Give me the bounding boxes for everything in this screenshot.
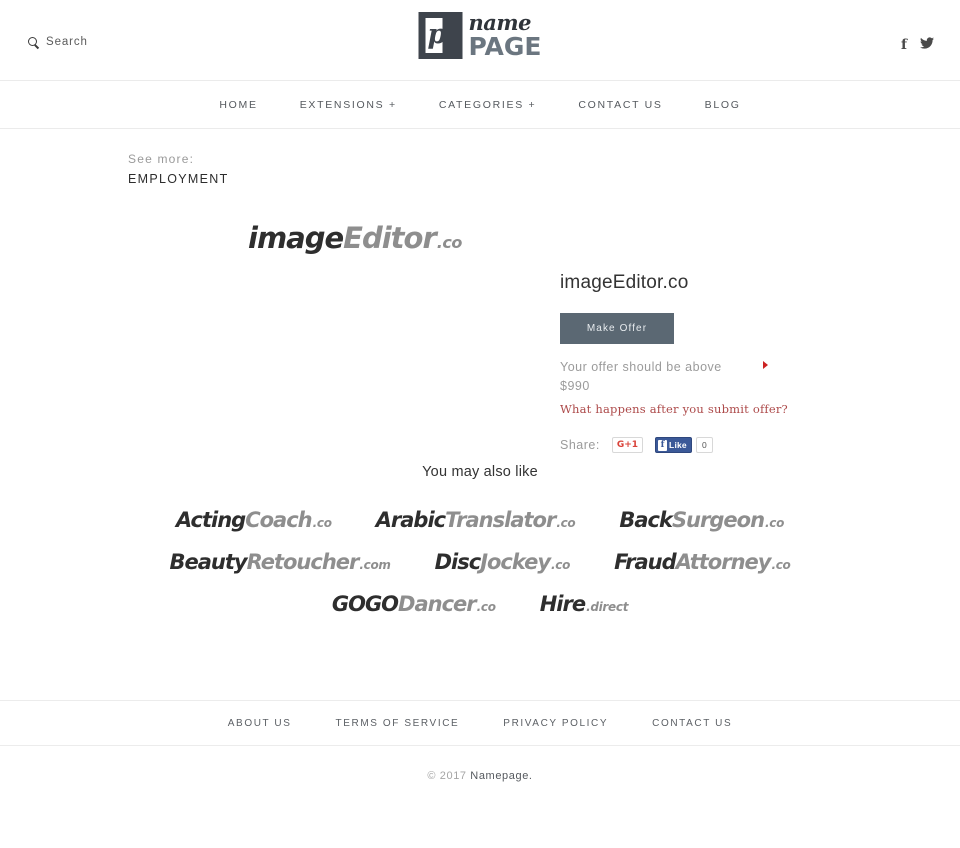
facebook-like-widget[interactable]: f Like 0 (655, 437, 713, 453)
also-item-word1: Arabic (375, 508, 446, 532)
domain-name-title: imageEditor.co (560, 272, 689, 293)
also-item-word1: Disc (434, 550, 482, 574)
also-item-word2: Coach (245, 508, 312, 532)
you-may-also-like-section: You may also like Acting Coach .co Arabic T… (0, 464, 960, 634)
also-item-tld: .co (312, 516, 332, 530)
also-item-tld: .co (476, 600, 496, 614)
domain-logo-word1: image (248, 221, 344, 255)
also-item-tld: .co (765, 516, 785, 530)
copyright-prefix: © 2017 (427, 770, 471, 782)
google-plus-one-button[interactable]: G+1 (611, 437, 644, 453)
red-triangle-right-icon[interactable] (763, 361, 768, 369)
also-item-tld: .com (359, 558, 391, 572)
footer-link-terms-of-service[interactable]: TERMS OF SERVICE (314, 718, 482, 729)
also-like-item[interactable]: Disc Jockey .co (434, 550, 571, 574)
copyright-brand: Namepage. (470, 770, 533, 782)
offer-panel: imageEditor.co Make Offer Your offer sho… (560, 272, 880, 453)
also-like-row: Beauty Retoucher .com Disc Jockey .co Fraud A… (0, 550, 960, 574)
copyright-text: © 2017 Namepage. (0, 770, 960, 782)
share-row: Share: G+1 f Like 0 (560, 437, 880, 453)
also-like-title: You may also like (422, 464, 538, 480)
also-item-tld: .direct (586, 600, 629, 614)
facebook-icon[interactable]: f (901, 38, 907, 52)
logo-mark-icon: p (418, 12, 463, 59)
facebook-like-button[interactable]: f Like (655, 437, 692, 453)
also-item-word1: Fraud (614, 550, 677, 574)
search-button[interactable]: Search (28, 36, 88, 48)
logo-name-text: name (468, 10, 532, 35)
header-social-links: f (901, 36, 934, 54)
search-icon (28, 36, 39, 48)
also-item-word1: Hire (539, 592, 586, 616)
nav-item-extensions[interactable]: EXTENSIONS + (279, 99, 418, 111)
search-label: Search (46, 36, 88, 48)
also-item-word2: Retoucher (246, 550, 360, 574)
see-more-category-link[interactable]: EMPLOYMENT (128, 172, 229, 186)
site-logo[interactable]: p name PAGE (418, 12, 542, 59)
facebook-icon: f (658, 439, 668, 451)
nav-item-categories[interactable]: CATEGORIES + (418, 99, 558, 111)
also-like-item[interactable]: Back Surgeon .co (619, 508, 784, 532)
also-item-word1: Acting (175, 508, 246, 532)
offer-minimum-price: $990 (560, 379, 590, 393)
offer-minimum-note: Your offer should be above $990 (560, 358, 775, 396)
site-header: Search p name PAGE f (0, 0, 960, 81)
nav-item-home[interactable]: HOME (198, 99, 278, 111)
footer-link-privacy-policy[interactable]: PRIVACY POLICY (481, 718, 630, 729)
twitter-icon[interactable] (920, 36, 934, 54)
domain-logo-word2: Editor (343, 221, 437, 255)
also-item-tld: .co (771, 558, 791, 572)
main-navigation: HOME EXTENSIONS + CATEGORIES + CONTACT U… (0, 81, 960, 129)
also-item-word1: Beauty (169, 550, 247, 574)
also-like-item[interactable]: Arabic Translator .co (376, 508, 576, 532)
logo-page-text: PAGE (468, 32, 542, 61)
also-item-word2: Translator (445, 508, 556, 532)
also-like-item[interactable]: GOGO Dancer .co (332, 592, 496, 616)
also-item-tld: .co (556, 516, 576, 530)
nav-item-blog[interactable]: BLOG (684, 99, 762, 111)
see-more-block: See more: EMPLOYMENT (128, 152, 229, 186)
domain-logo-art: image Editor .co (248, 221, 462, 255)
also-item-word2: Jockey (480, 550, 551, 574)
also-item-word2: Attorney (675, 550, 772, 574)
facebook-like-count: 0 (695, 437, 713, 453)
nav-item-contact-us[interactable]: CONTACT US (557, 99, 683, 111)
logo-mark-letter: p (427, 19, 447, 50)
also-like-row: GOGO Dancer .co Hire .direct (0, 592, 960, 616)
footer-navigation: ABOUT US TERMS OF SERVICE PRIVACY POLICY… (0, 700, 960, 746)
offer-note-line1: Your offer should be above (560, 360, 722, 374)
also-item-word2: Dancer (398, 592, 477, 616)
also-like-item[interactable]: Hire .direct (539, 592, 629, 616)
what-happens-link[interactable]: What happens after you submit offer? (560, 402, 880, 416)
footer-link-contact-us[interactable]: CONTACT US (630, 718, 754, 729)
also-like-item[interactable]: Beauty Retoucher .com (169, 550, 390, 574)
also-like-item[interactable]: Acting Coach .co (176, 508, 332, 532)
see-more-label: See more: (128, 152, 195, 166)
logo-wordmark: name PAGE (469, 12, 542, 59)
also-item-word2: Surgeon (671, 508, 765, 532)
make-offer-button[interactable]: Make Offer (560, 313, 674, 344)
also-like-row: Acting Coach .co Arabic Translator .co Back S… (0, 508, 960, 532)
domain-logo-tld: .co (436, 233, 463, 252)
also-like-item[interactable]: Fraud Attorney .co (614, 550, 791, 574)
footer-link-about-us[interactable]: ABOUT US (206, 718, 314, 729)
also-item-word1: GOGO (331, 592, 399, 616)
share-label: Share: (560, 438, 600, 452)
also-item-tld: .co (551, 558, 571, 572)
also-item-word1: Back (619, 508, 673, 532)
facebook-like-label: Like (669, 440, 687, 450)
